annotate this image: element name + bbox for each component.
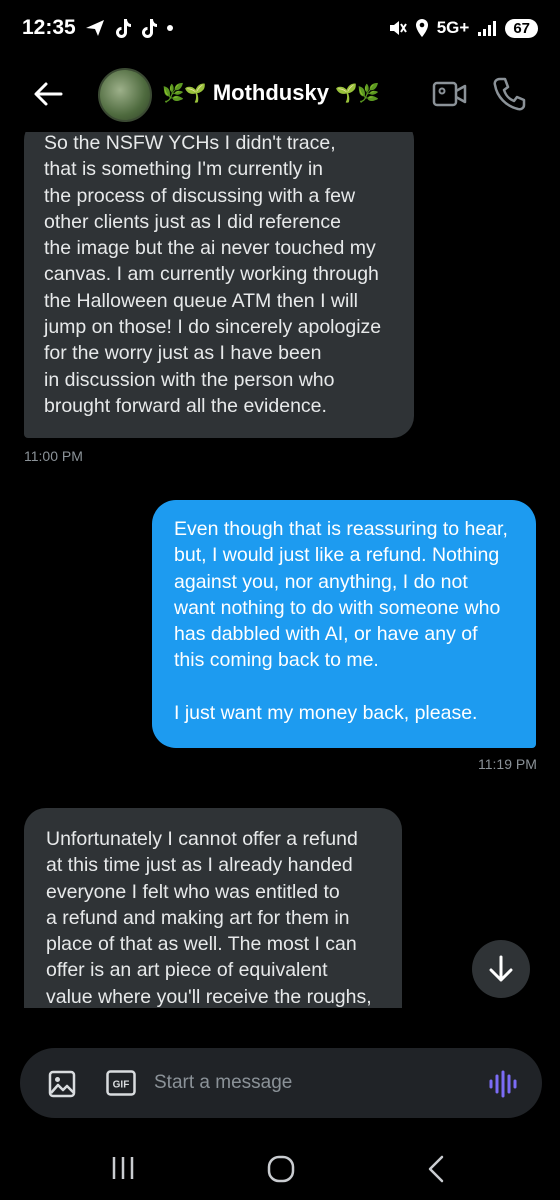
back-arrow-icon[interactable] (30, 76, 66, 112)
voice-message-icon[interactable] (488, 1070, 518, 1098)
leaf-icon: 🌱🌿 (334, 82, 380, 103)
contact-name[interactable]: 🌿🌱 Mothdusky 🌱🌿 (162, 80, 380, 106)
image-icon[interactable] (48, 1070, 76, 1098)
message-time: 11:00 PM (24, 448, 83, 464)
signal-icon (477, 20, 497, 36)
status-bar: 12:35 5G+ 67 (0, 0, 560, 56)
message-list[interactable]: So the NSFW YCHs I didn't trace, that is… (0, 132, 560, 1008)
battery-icon: 67 (505, 18, 538, 38)
phone-icon[interactable] (492, 76, 526, 112)
gif-button[interactable]: GIF (106, 1070, 136, 1096)
network-type: 5G+ (436, 18, 470, 37)
message-text: Even though that is reassuring to hear, … (174, 518, 508, 725)
message-text: So the NSFW YCHs I didn't trace, that is… (44, 132, 382, 417)
gif-label: GIF (113, 1080, 130, 1091)
message-bubble-received[interactable]: Unfortunately I cannot offer a refund at… (24, 808, 402, 1008)
scroll-to-bottom-button[interactable] (472, 940, 530, 998)
tiktok-icon (114, 18, 132, 38)
avatar[interactable] (98, 68, 152, 122)
send-icon (84, 18, 106, 38)
status-time: 12:35 (22, 16, 76, 39)
tiktok-icon (140, 18, 158, 38)
chat-header: 🌿🌱 Mothdusky 🌱🌿 (0, 56, 560, 132)
mute-icon (387, 18, 407, 38)
arrow-down-icon (489, 955, 513, 982)
message-input[interactable] (154, 1068, 454, 1098)
leaf-icon: 🌿🌱 (162, 82, 207, 103)
location-icon (415, 18, 429, 38)
home-icon[interactable] (266, 1154, 296, 1184)
message-composer: GIF (20, 1048, 542, 1118)
message-bubble-sent[interactable]: Even though that is reassuring to hear, … (152, 500, 536, 748)
recents-icon[interactable] (108, 1154, 138, 1182)
status-right: 5G+ 67 (387, 18, 538, 38)
dot-icon (166, 24, 174, 32)
system-nav-bar (0, 1140, 560, 1200)
video-call-icon[interactable] (432, 78, 468, 110)
contact-name-text: Mothdusky (212, 80, 329, 105)
message-time: 11:19 PM (478, 756, 537, 772)
message-text: Unfortunately I cannot offer a refund at… (46, 828, 372, 1008)
message-bubble-received[interactable]: So the NSFW YCHs I didn't trace, that is… (24, 132, 414, 438)
nav-back-icon[interactable] (424, 1154, 448, 1184)
status-left: 12:35 (22, 16, 174, 40)
